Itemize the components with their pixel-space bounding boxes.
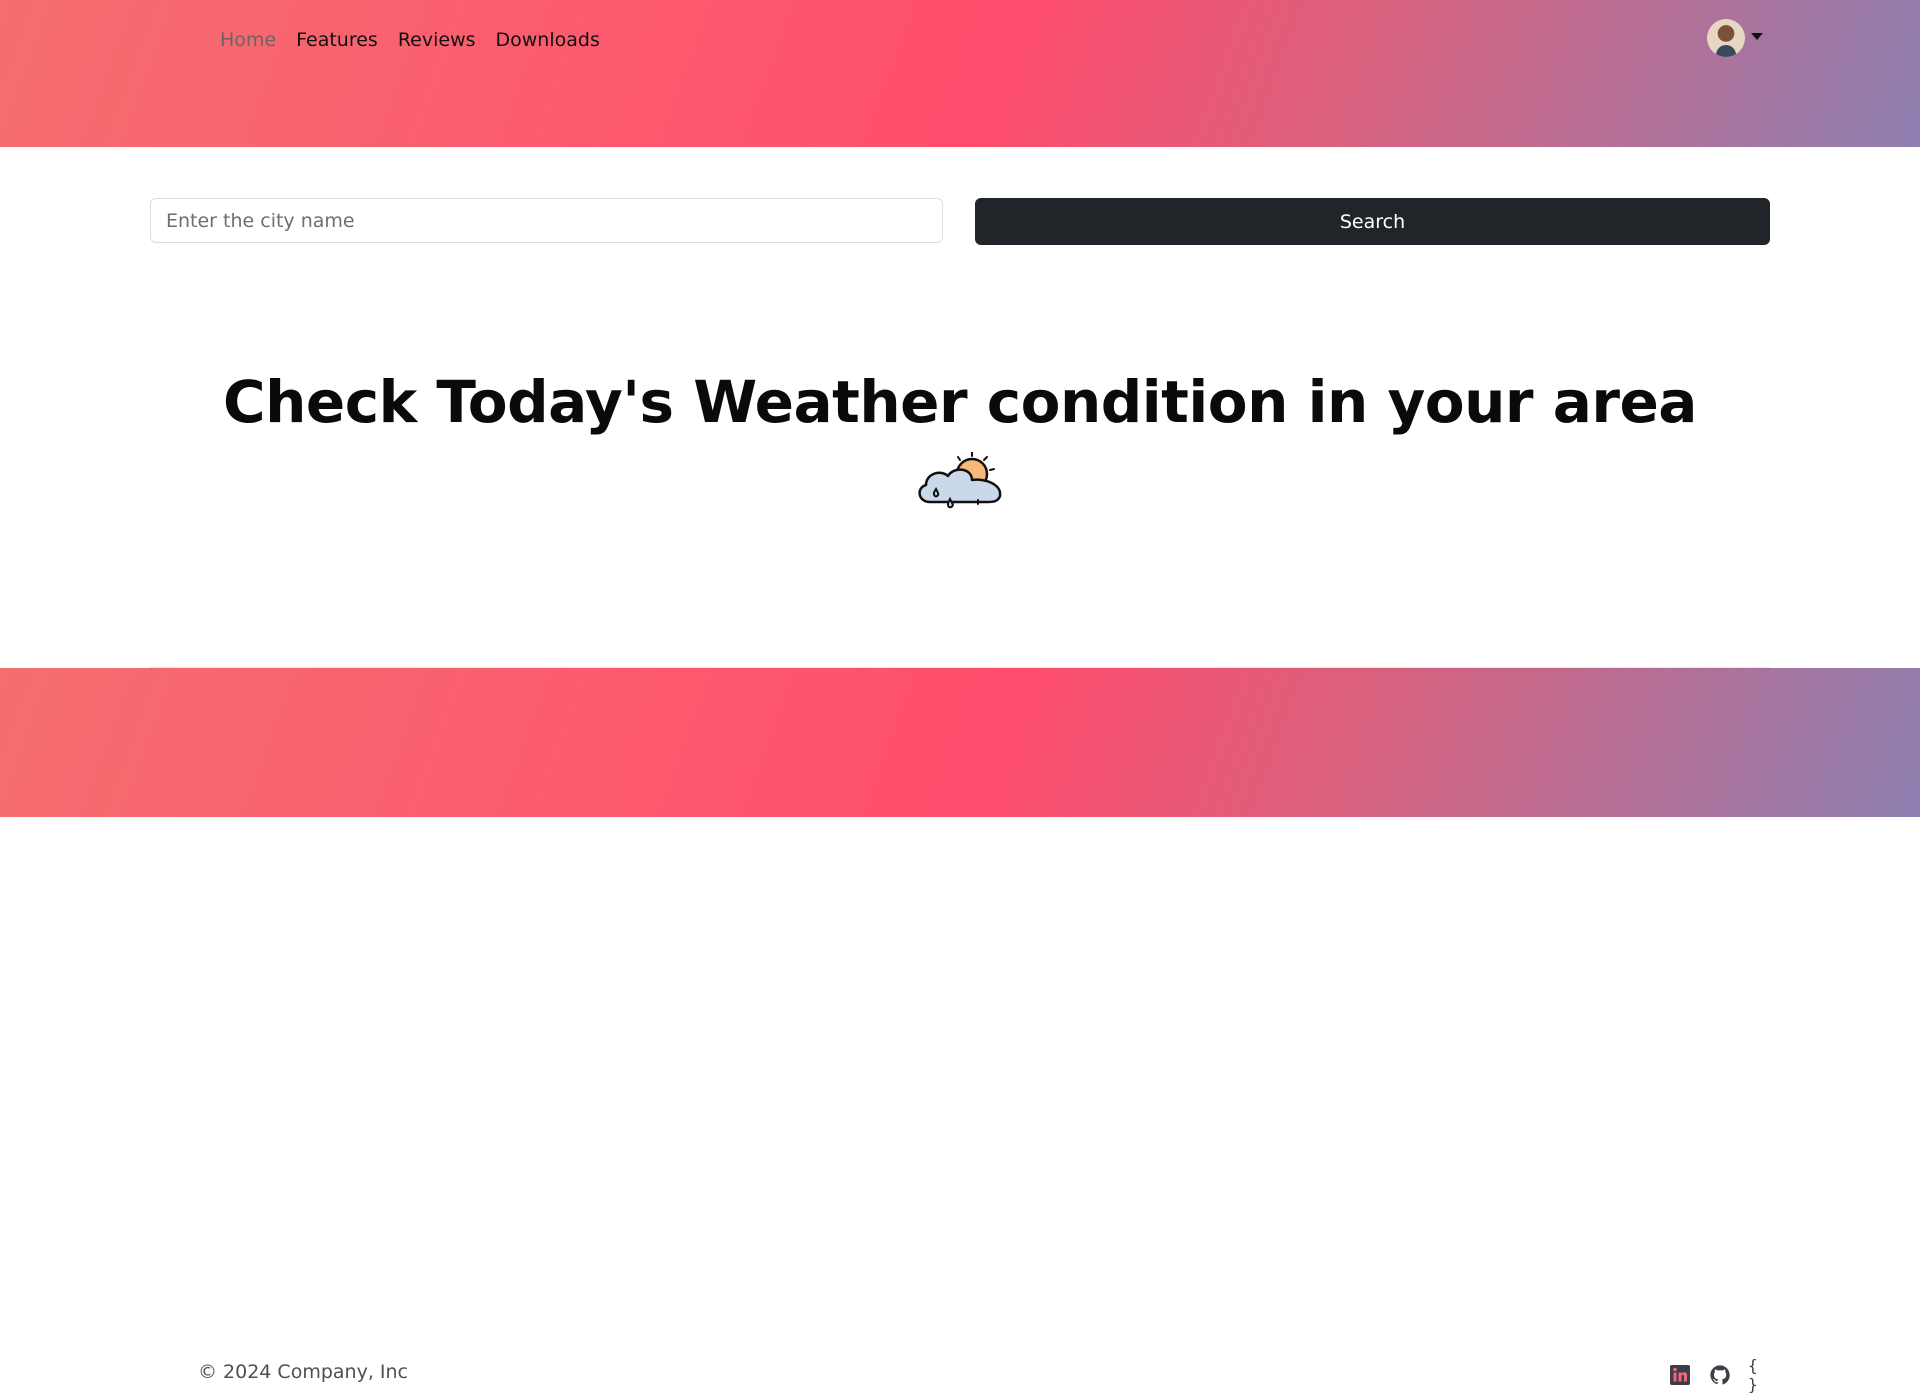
- profile-dropdown[interactable]: [1707, 19, 1763, 57]
- main-nav: Home Features Reviews Downloads: [220, 26, 600, 54]
- page-title: Check Today's Weather condition in your …: [223, 368, 1697, 436]
- search-button[interactable]: Search: [975, 198, 1770, 245]
- chevron-down-icon[interactable]: [1751, 32, 1763, 40]
- nav-home[interactable]: Home: [220, 26, 276, 54]
- code-braces-icon[interactable]: { }: [1748, 1356, 1772, 1394]
- social-links: { }: [1668, 1356, 1772, 1394]
- footer: © 2024 Company, Inc { }: [0, 668, 1920, 1394]
- nav-features[interactable]: Features: [296, 26, 378, 54]
- avatar[interactable]: [1707, 19, 1745, 57]
- nav-reviews[interactable]: Reviews: [398, 26, 476, 54]
- linkedin-icon[interactable]: [1668, 1363, 1692, 1387]
- nav-downloads[interactable]: Downloads: [496, 26, 600, 54]
- cloud-sun-rain-icon: [918, 452, 1002, 509]
- city-search-input[interactable]: [150, 198, 943, 243]
- header: Home Features Reviews Downloads: [0, 0, 1920, 147]
- copyright-text: © 2024 Company, Inc: [198, 1361, 408, 1383]
- github-icon[interactable]: [1708, 1363, 1732, 1387]
